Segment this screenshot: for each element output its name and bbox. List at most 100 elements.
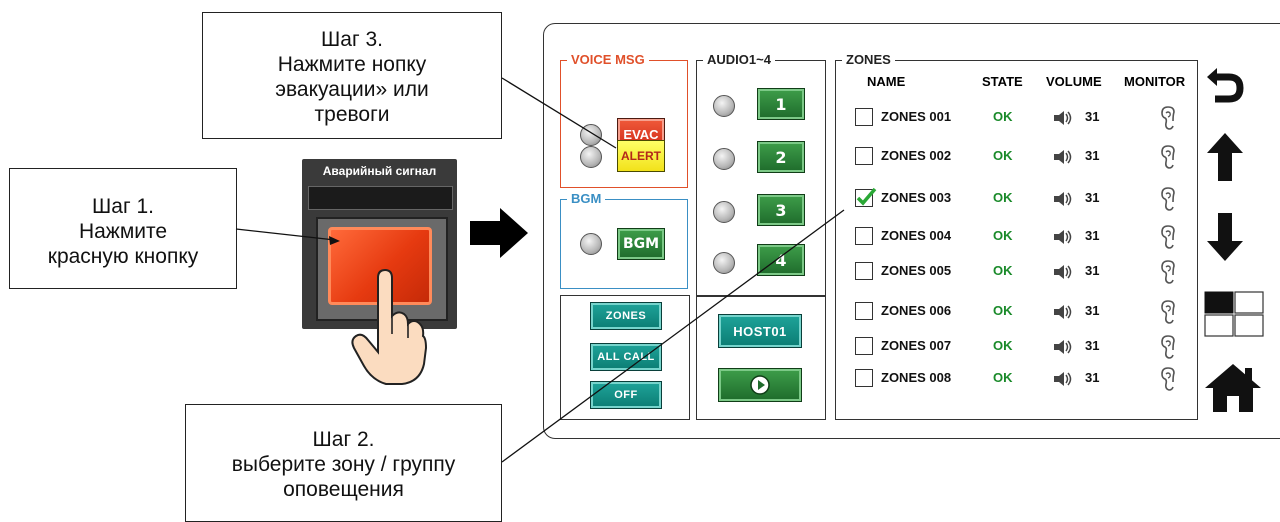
zones-title: ZONES [842,52,895,67]
zones-header-state: STATE [982,74,1023,89]
play-button[interactable] [718,368,802,402]
checkmark-icon [856,187,877,206]
zone-volume: 31 [1085,370,1100,385]
ear-monitor-icon[interactable] [1158,334,1178,360]
callout-step2-line2: выберите зону / группу [231,453,456,476]
zone-volume: 31 [1085,303,1100,318]
zone-state: OK [993,370,1013,385]
audio2-led [713,148,735,170]
zone-state: OK [993,228,1013,243]
callout-step3-line3: эвакуации» или [275,78,429,101]
speaker-icon [1054,340,1072,354]
zones-header-monitor: MONITOR [1124,74,1186,89]
off-button[interactable]: OFF [590,381,662,409]
hand-pointer-icon [351,268,428,385]
zone-row[interactable]: ZONES 006 OK 31 [855,299,1185,325]
zone-checkbox[interactable] [855,227,873,245]
arrow-right-icon [470,208,528,258]
callout-step1-line3: красную кнопку [47,245,199,268]
zone-volume: 31 [1085,148,1100,163]
bgm-button[interactable]: BGM [617,228,665,260]
speaker-icon [1054,372,1072,386]
ear-monitor-icon[interactable] [1158,366,1178,392]
zone-state: OK [993,190,1013,205]
audio4-button[interactable]: 4 [757,244,805,276]
zone-name: ZONES 003 [881,190,952,205]
bgm-title: BGM [567,191,606,206]
zone-checkbox[interactable] [855,302,873,320]
zone-name: ZONES 004 [881,228,952,243]
ear-monitor-icon[interactable] [1158,105,1178,131]
zone-row[interactable]: ZONES 005 OK 31 [855,259,1185,285]
voice-msg-title: VOICE MSG [567,52,649,67]
callout-step1-line2: Нажмите [78,220,168,243]
arrow-down-icon[interactable] [1205,211,1245,263]
zones-mode-button[interactable]: ZONES [590,302,662,330]
bgm-led [580,233,602,255]
zone-row[interactable]: ZONES 001 OK 31 [855,105,1185,131]
layout-grid-icon[interactable] [1204,291,1264,337]
zones-header-name: NAME [867,74,906,89]
zone-checkbox[interactable] [855,108,873,126]
zone-checkbox[interactable] [855,337,873,355]
arrow-up-icon[interactable] [1205,131,1245,183]
alert-button[interactable]: ALERT [617,140,665,172]
zone-row[interactable]: ZONES 007 OK 31 [855,334,1185,360]
speaker-icon [1054,305,1072,319]
zone-state: OK [993,263,1013,278]
ear-monitor-icon[interactable] [1158,186,1178,212]
zone-checkbox[interactable] [855,262,873,280]
zone-row[interactable]: ZONES 002 OK 31 [855,144,1185,170]
zone-state: OK [993,148,1013,163]
speaker-icon [1054,150,1072,164]
zone-name: ZONES 001 [881,109,952,124]
back-icon[interactable] [1205,60,1245,104]
callout-step3-line2: Нажмите нопку [277,53,427,76]
audio1-button[interactable]: 1 [757,88,805,120]
zone-volume: 31 [1085,338,1100,353]
zone-checkbox[interactable] [855,369,873,387]
ear-monitor-icon[interactable] [1158,259,1178,285]
zone-row[interactable]: ZONES 003 OK 31 [855,186,1185,212]
zone-name: ZONES 008 [881,370,952,385]
hardware-label: Аварийный сигнал [322,164,437,178]
callout-step3-line4: тревоги [314,103,390,126]
callout-step1: Шаг 1. Нажмите красную кнопку [9,168,237,289]
zone-state: OK [993,303,1013,318]
zone-row[interactable]: ZONES 004 OK 31 [855,224,1185,250]
all-call-button[interactable]: ALL CALL [590,343,662,371]
ear-monitor-icon[interactable] [1158,144,1178,170]
zone-checkbox[interactable] [855,147,873,165]
zone-state: OK [993,109,1013,124]
zone-checkbox[interactable] [855,187,877,207]
ear-monitor-icon[interactable] [1158,224,1178,250]
callout-step2: Шаг 2. выберите зону / группу оповещения [185,404,502,522]
zone-name: ZONES 007 [881,338,952,353]
zone-row[interactable]: ZONES 008 OK 31 [855,366,1185,392]
ear-monitor-icon[interactable] [1158,299,1178,325]
home-icon[interactable] [1203,362,1263,414]
alert-led [580,146,602,168]
callout-step3-line1: Шаг 3. [321,28,383,51]
callout-step1-line1: Шаг 1. [92,195,154,218]
zones-header-volume: VOLUME [1046,74,1102,89]
callout-step2-line3: оповещения [283,478,404,501]
zone-volume: 31 [1085,263,1100,278]
zone-state: OK [993,338,1013,353]
audio3-button[interactable]: 3 [757,194,805,226]
zone-name: ZONES 002 [881,148,952,163]
speaker-icon [1054,265,1072,279]
audio3-led [713,201,735,223]
audio4-led [713,252,735,274]
audio1-led [713,95,735,117]
audio2-button[interactable]: 2 [757,141,805,173]
zone-name: ZONES 005 [881,263,952,278]
zone-volume: 31 [1085,109,1100,124]
host01-button[interactable]: HOST01 [718,314,802,348]
speaker-icon [1054,230,1072,244]
evac-led [580,124,602,146]
audio-title: AUDIO1~4 [703,52,775,67]
zone-name: ZONES 006 [881,303,952,318]
hardware-slot [308,186,453,210]
speaker-icon [1054,111,1072,125]
